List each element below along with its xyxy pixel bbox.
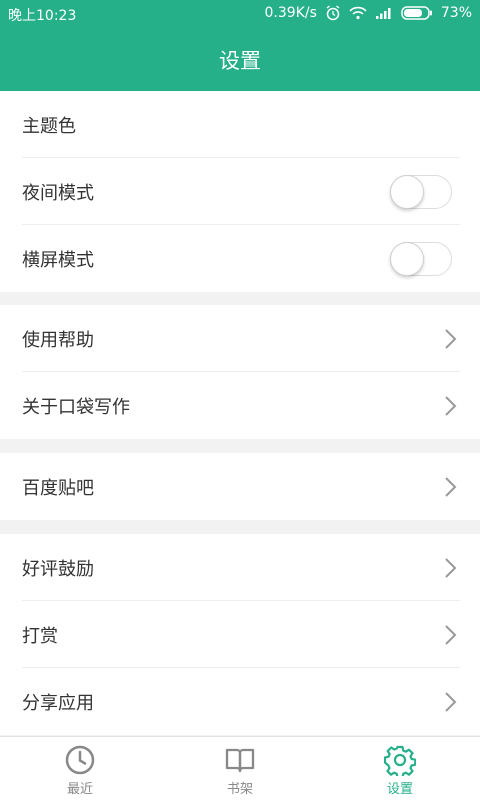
tab-recent-label: 最近 (66, 782, 93, 797)
about-label: 关于口袋写作 (22, 396, 130, 418)
chevron-right-icon (445, 691, 457, 712)
chevron-right-icon (445, 624, 457, 645)
wifi-icon (349, 6, 367, 20)
tieba-item[interactable]: 百度贴吧 (0, 453, 480, 520)
chevron-right-icon (445, 328, 457, 349)
help-item[interactable]: 使用帮助 (0, 305, 480, 372)
settings-group-display: 主题色 夜间模式 横屏模式 (0, 91, 480, 292)
toggle-knob (390, 241, 424, 276)
toggle-knob (390, 174, 424, 209)
settings-group-help: 使用帮助 关于口袋写作 (0, 305, 480, 439)
battery-icon (401, 6, 433, 20)
chevron-right-icon (445, 395, 457, 416)
chevron-right-icon (445, 476, 457, 497)
night-mode-label: 夜间模式 (22, 182, 94, 204)
clock-icon (65, 745, 95, 775)
tab-bookshelf[interactable]: 书架 (160, 737, 320, 800)
chevron-right-icon (445, 557, 457, 578)
theme-color-item[interactable]: 主题色 (0, 91, 480, 158)
tab-bookshelf-label: 书架 (226, 782, 253, 797)
status-time: 晚上10:23 (8, 8, 77, 24)
rate-item[interactable]: 好评鼓励 (0, 534, 480, 601)
settings-group-community: 百度贴吧 (0, 453, 480, 520)
tab-settings-label: 设置 (386, 782, 413, 797)
landscape-mode-toggle[interactable] (390, 241, 452, 276)
tab-settings[interactable]: 设置 (320, 737, 480, 800)
status-bar: 晚上10:23 0.39K/s 73% (0, 0, 480, 28)
battery-percent: 73% (440, 5, 472, 21)
landscape-mode-item: 横屏模式 (0, 225, 480, 292)
app-bar: 设置 (0, 28, 480, 91)
alarm-icon (325, 5, 341, 21)
bottom-tab-bar: 最近 书架 设置 (0, 736, 480, 800)
tieba-label: 百度贴吧 (22, 477, 94, 499)
help-label: 使用帮助 (22, 329, 94, 351)
reward-item[interactable]: 打赏 (0, 601, 480, 668)
status-icons: 0.39K/s 73% (265, 5, 473, 21)
gear-icon (384, 745, 416, 776)
book-icon (225, 748, 255, 773)
signal-icon (375, 6, 393, 20)
network-speed: 0.39K/s (264, 5, 317, 21)
reward-label: 打赏 (22, 625, 58, 647)
tab-recent[interactable]: 最近 (0, 737, 160, 800)
page-title: 设置 (219, 48, 261, 73)
share-item[interactable]: 分享应用 (0, 668, 480, 735)
theme-color-label: 主题色 (22, 115, 76, 137)
settings-group-support: 好评鼓励 打赏 分享应用 (0, 534, 480, 735)
about-item[interactable]: 关于口袋写作 (0, 372, 480, 439)
night-mode-toggle[interactable] (390, 174, 452, 209)
share-label: 分享应用 (22, 692, 94, 714)
night-mode-item: 夜间模式 (0, 158, 480, 225)
rate-label: 好评鼓励 (22, 558, 94, 580)
landscape-mode-label: 横屏模式 (22, 249, 94, 271)
